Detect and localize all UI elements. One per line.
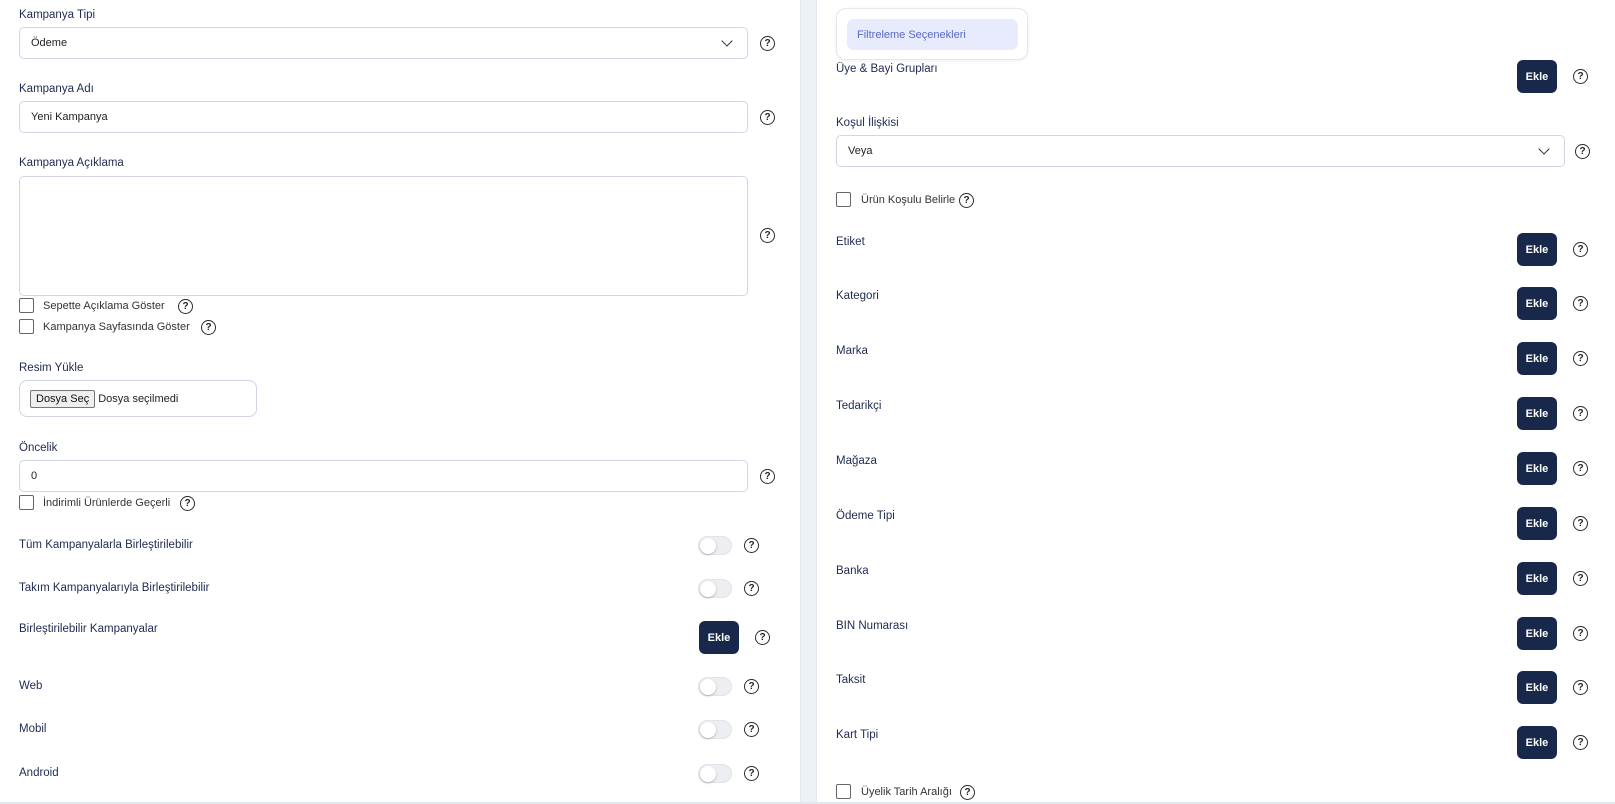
store-label: Mağaza: [836, 455, 877, 467]
help-icon[interactable]: ?: [178, 299, 193, 314]
filter-options-tab[interactable]: Filtreleme Seçenekleri: [847, 19, 1018, 50]
help-icon[interactable]: ?: [755, 630, 770, 645]
membership-date-range-label: Üyelik Tarih Aralığı: [861, 786, 952, 798]
add-member-group-button[interactable]: Ekle: [1517, 60, 1557, 93]
supplier-label: Tedarikçi: [836, 400, 882, 412]
payment-type-label: Ödeme Tipi: [836, 510, 895, 522]
valid-on-discounted-checkbox[interactable]: [19, 495, 34, 510]
combinable-team-toggle[interactable]: [698, 579, 732, 598]
priority-value: 0: [31, 470, 38, 482]
web-toggle[interactable]: [698, 677, 732, 696]
help-icon[interactable]: ?: [1573, 571, 1588, 586]
help-icon[interactable]: ?: [1573, 735, 1588, 750]
help-icon[interactable]: ?: [1573, 516, 1588, 531]
show-on-campaign-page-checkbox[interactable]: [19, 319, 34, 334]
filter-options-panel: Filtreleme Seçenekleri: [836, 8, 1028, 60]
help-icon[interactable]: ?: [1575, 144, 1590, 159]
campaign-name-value: Yeni Kampanya: [31, 111, 108, 123]
add-payment-type-button[interactable]: Ekle: [1517, 507, 1557, 540]
show-desc-in-cart-label: Sepette Açıklama Göster: [43, 300, 165, 312]
add-bank-button[interactable]: Ekle: [1517, 562, 1557, 595]
help-icon[interactable]: ?: [744, 722, 759, 737]
add-category-button[interactable]: Ekle: [1517, 287, 1557, 320]
add-installment-button[interactable]: Ekle: [1517, 671, 1557, 704]
add-brand-button[interactable]: Ekle: [1517, 342, 1557, 375]
chevron-down-icon: [721, 35, 733, 47]
file-status-text: Dosya seçilmedi: [98, 392, 179, 405]
android-label: Android: [19, 767, 59, 779]
help-icon[interactable]: ?: [744, 581, 759, 596]
help-icon[interactable]: ?: [760, 110, 775, 125]
condition-relation-value: Veya: [848, 145, 873, 157]
help-icon[interactable]: ?: [1573, 242, 1588, 257]
mobile-toggle[interactable]: [698, 720, 732, 739]
help-icon[interactable]: ?: [1573, 351, 1588, 366]
help-icon[interactable]: ?: [744, 766, 759, 781]
help-icon[interactable]: ?: [1573, 680, 1588, 695]
bin-number-label: BIN Numarası: [836, 620, 909, 632]
add-store-button[interactable]: Ekle: [1517, 452, 1557, 485]
combinable-all-toggle[interactable]: [698, 536, 732, 555]
valid-on-discounted-label: İndirimli Ürünlerde Geçerli: [43, 497, 171, 509]
help-icon[interactable]: ?: [760, 469, 775, 484]
priority-input[interactable]: 0: [19, 460, 748, 492]
help-icon[interactable]: ?: [1573, 461, 1588, 476]
brand-label: Marka: [836, 345, 868, 357]
help-icon[interactable]: ?: [760, 36, 775, 51]
campaign-description-textarea[interactable]: [19, 176, 748, 296]
add-tag-button[interactable]: Ekle: [1517, 233, 1557, 266]
show-on-campaign-page-label: Kampanya Sayfasında Göster: [43, 321, 190, 333]
member-groups-label: Üye & Bayi Grupları: [836, 63, 938, 75]
show-desc-in-cart-checkbox[interactable]: [19, 298, 34, 313]
help-icon[interactable]: ?: [1573, 626, 1588, 641]
campaign-type-label: Kampanya Tipi: [19, 9, 96, 21]
campaign-type-select[interactable]: Ödeme: [19, 27, 748, 59]
membership-date-range-checkbox[interactable]: [836, 784, 851, 799]
product-condition-checkbox[interactable]: [836, 192, 851, 207]
priority-label: Öncelik: [19, 442, 58, 454]
add-card-type-button[interactable]: Ekle: [1517, 726, 1557, 759]
campaign-type-value: Ödeme: [31, 37, 68, 49]
condition-relation-label: Koşul İlişkisi: [836, 117, 899, 129]
help-icon[interactable]: ?: [959, 193, 974, 208]
campaign-name-label: Kampanya Adı: [19, 83, 94, 95]
tag-label: Etiket: [836, 236, 865, 248]
combinable-team-label: Takım Kampanyalarıyla Birleştirilebilir: [19, 582, 210, 594]
help-icon[interactable]: ?: [1573, 406, 1588, 421]
help-icon[interactable]: ?: [201, 320, 216, 335]
category-label: Kategori: [836, 290, 879, 302]
installment-label: Taksit: [836, 674, 866, 686]
android-toggle[interactable]: [698, 764, 732, 783]
image-upload-control: Dosya Seç Dosya seçilmedi: [19, 380, 257, 417]
bank-label: Banka: [836, 565, 869, 577]
mobile-label: Mobil: [19, 723, 47, 735]
campaign-description-label: Kampanya Açıklama: [19, 157, 124, 169]
condition-relation-select[interactable]: Veya: [836, 135, 1565, 167]
choose-file-button[interactable]: Dosya Seç: [30, 389, 96, 408]
combinable-campaigns-label: Birleştirilebilir Kampanyalar: [19, 623, 158, 635]
help-icon[interactable]: ?: [744, 538, 759, 553]
product-condition-label: Ürün Koşulu Belirle: [861, 194, 956, 206]
card-type-label: Kart Tipi: [836, 729, 879, 741]
help-icon[interactable]: ?: [1573, 296, 1588, 311]
add-supplier-button[interactable]: Ekle: [1517, 397, 1557, 430]
add-bin-number-button[interactable]: Ekle: [1517, 617, 1557, 650]
help-icon[interactable]: ?: [1573, 69, 1588, 84]
help-icon[interactable]: ?: [960, 785, 975, 800]
help-icon[interactable]: ?: [180, 496, 195, 511]
image-upload-label: Resim Yükle: [19, 362, 84, 374]
help-icon[interactable]: ?: [744, 679, 759, 694]
combinable-all-label: Tüm Kampanyalarla Birleştirilebilir: [19, 539, 193, 551]
column-divider: [800, 0, 817, 804]
help-icon[interactable]: ?: [760, 228, 775, 243]
chevron-down-icon: [1538, 143, 1550, 155]
campaign-name-input[interactable]: Yeni Kampanya: [19, 101, 748, 133]
web-label: Web: [19, 680, 43, 692]
add-combinable-campaign-button[interactable]: Ekle: [699, 621, 739, 654]
